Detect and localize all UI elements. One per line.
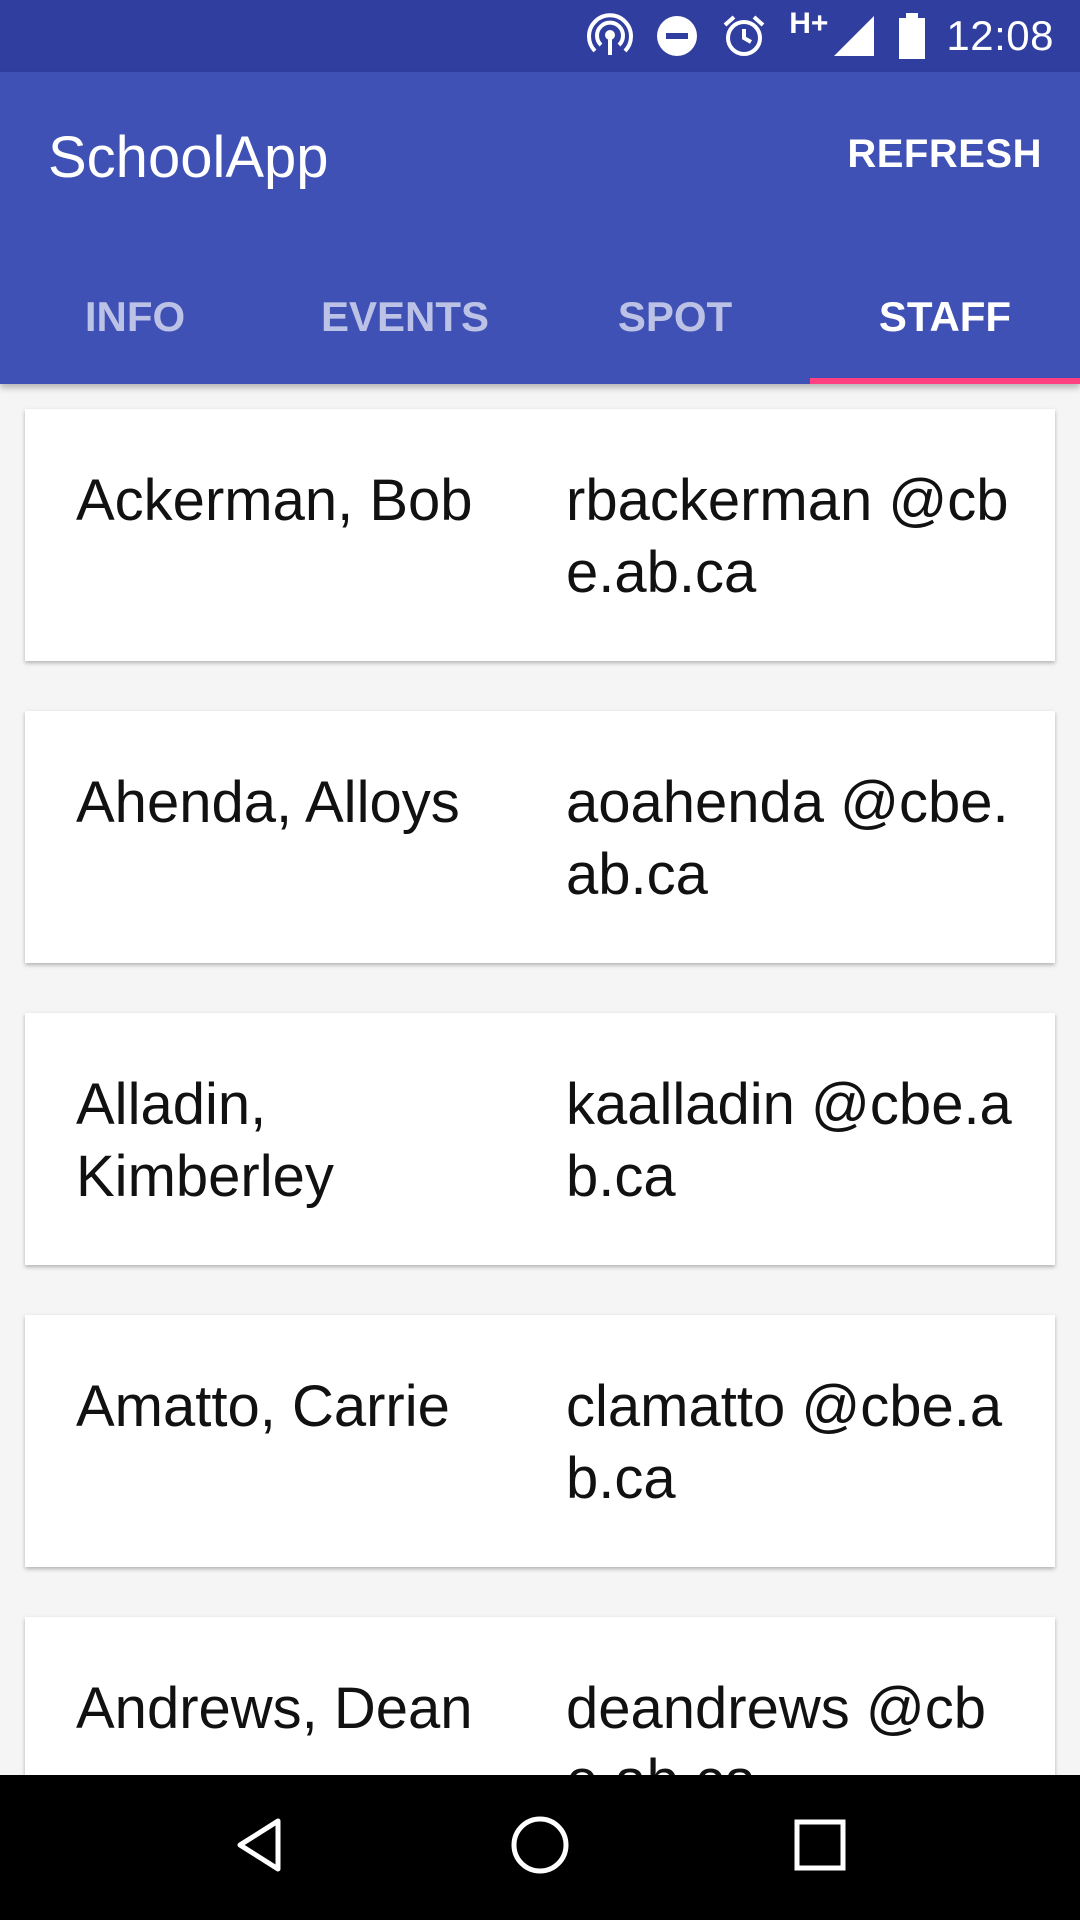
- recents-icon: [793, 1818, 847, 1877]
- network-type-label: H+: [789, 7, 829, 40]
- staff-email: clamatto @cbe.ab.ca: [566, 1374, 1003, 1511]
- refresh-button[interactable]: REFRESH: [847, 132, 1042, 177]
- staff-list[interactable]: Ackerman, Bob rbackerman @cbe.ab.ca Ahen…: [0, 384, 1080, 1775]
- status-bar: H+ 12:08: [0, 0, 1080, 72]
- recents-button[interactable]: [760, 1788, 880, 1908]
- app-bar: SchoolApp REFRESH INFO EVENTS SPOT STAFF: [0, 72, 1080, 384]
- staff-name: Alladin, Kimberley: [76, 1072, 334, 1209]
- battery-icon: [898, 13, 926, 59]
- back-icon: [230, 1815, 290, 1880]
- alarm-icon: [721, 13, 767, 59]
- home-button[interactable]: [480, 1788, 600, 1908]
- staff-email: aoahenda @cbe.ab.ca: [566, 770, 1009, 907]
- home-icon: [509, 1814, 571, 1881]
- staff-name: Ahenda, Alloys: [76, 770, 460, 835]
- staff-email: deandrews @cbe.ab.ca: [566, 1676, 986, 1775]
- signal-icon: [832, 14, 876, 58]
- tab-events[interactable]: EVENTS: [270, 250, 540, 384]
- staff-email: rbackerman @cbe.ab.ca: [566, 468, 1009, 605]
- staff-card[interactable]: Ahenda, Alloys aoahenda @cbe.ab.ca: [25, 711, 1055, 963]
- staff-name: Amatto, Carrie: [76, 1374, 450, 1439]
- tab-staff[interactable]: STAFF: [810, 250, 1080, 384]
- status-time: 12:08: [946, 12, 1054, 59]
- app-title: SchoolApp: [48, 125, 329, 190]
- navigation-bar: [0, 1775, 1080, 1920]
- staff-name: Ackerman, Bob: [76, 468, 473, 533]
- hotspot-icon: [587, 13, 634, 59]
- tab-bar: INFO EVENTS SPOT STAFF: [0, 250, 1080, 384]
- staff-card[interactable]: Andrews, Dean deandrews @cbe.ab.ca: [25, 1617, 1055, 1775]
- staff-card[interactable]: Alladin, Kimberley kaalladin @cbe.ab.ca: [25, 1013, 1055, 1265]
- staff-email: kaalladin @cbe.ab.ca: [566, 1072, 1012, 1209]
- back-button[interactable]: [200, 1788, 320, 1908]
- staff-name: Andrews, Dean: [76, 1676, 473, 1741]
- do-not-disturb-icon: [655, 14, 699, 58]
- staff-card[interactable]: Ackerman, Bob rbackerman @cbe.ab.ca: [25, 409, 1055, 661]
- staff-card[interactable]: Amatto, Carrie clamatto @cbe.ab.ca: [25, 1315, 1055, 1567]
- tab-info[interactable]: INFO: [0, 250, 270, 384]
- tab-spot[interactable]: SPOT: [540, 250, 810, 384]
